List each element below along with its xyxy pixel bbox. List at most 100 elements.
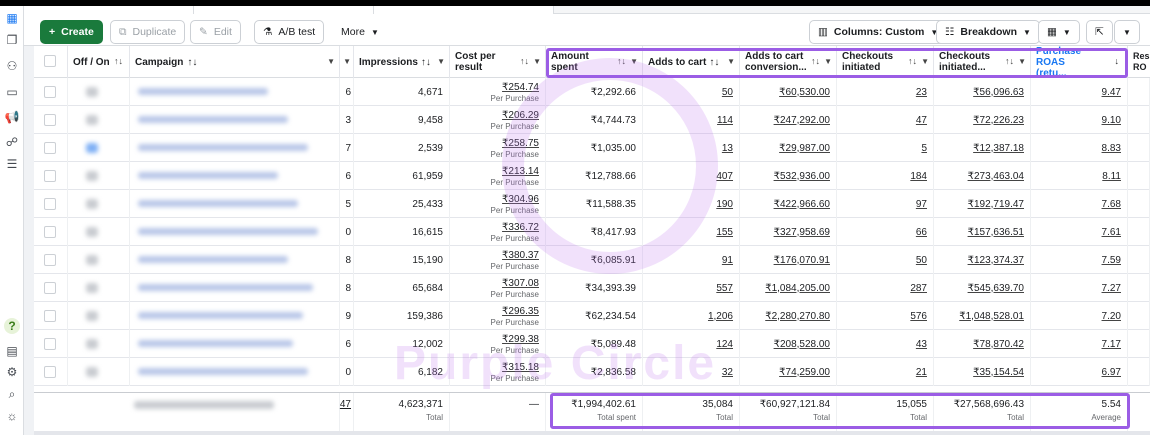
export-button[interactable]: ⇱ bbox=[1086, 20, 1113, 44]
campaign-name-cell[interactable] bbox=[130, 134, 340, 162]
cell-atc-value[interactable]: ₹247,292.00 bbox=[740, 106, 837, 134]
cell-chk[interactable]: 66 bbox=[837, 218, 934, 246]
cell-chk[interactable]: 47 bbox=[837, 106, 934, 134]
col-amount-spent[interactable]: Amount spent ↑↓ ▼ bbox=[546, 46, 643, 78]
status-toggle[interactable] bbox=[86, 87, 98, 97]
cell-cpr[interactable]: ₹299.38 Per Purchase bbox=[450, 330, 546, 358]
table-row[interactable]: 8 65,684 ₹307.08 Per Purchase ₹34,393.39 557 ₹… bbox=[34, 274, 1150, 302]
row-checkbox[interactable] bbox=[44, 310, 56, 322]
cell-roas[interactable]: 9.47 bbox=[1031, 78, 1128, 106]
cell-atc[interactable]: 407 bbox=[643, 162, 740, 190]
campaign-name-cell[interactable] bbox=[130, 330, 340, 358]
cell-chk[interactable]: 21 bbox=[837, 358, 934, 386]
cell-roas[interactable]: 7.27 bbox=[1031, 274, 1128, 302]
cell-roas[interactable]: 9.10 bbox=[1031, 106, 1128, 134]
cell-chk-value[interactable]: ₹273,463.04 bbox=[934, 162, 1031, 190]
cell-chk[interactable]: 5 bbox=[837, 134, 934, 162]
status-toggle[interactable] bbox=[86, 367, 98, 377]
cell-atc-value[interactable]: ₹29,987.00 bbox=[740, 134, 837, 162]
cell-chk-value[interactable]: ₹123,374.37 bbox=[934, 246, 1031, 274]
cell-atc[interactable]: 13 bbox=[643, 134, 740, 162]
cell-chk[interactable]: 184 bbox=[837, 162, 934, 190]
cell-chk-value[interactable]: ₹1,048,528.01 bbox=[934, 302, 1031, 330]
bug-icon[interactable]: ☼ bbox=[4, 408, 20, 424]
status-toggle[interactable] bbox=[86, 171, 98, 181]
cell-roas[interactable]: 7.68 bbox=[1031, 190, 1128, 218]
report-icon[interactable]: ▤ bbox=[4, 343, 20, 359]
col-off-on[interactable]: Off / On ↑↓ bbox=[68, 46, 130, 78]
campaign-name-cell[interactable] bbox=[130, 218, 340, 246]
row-checkbox[interactable] bbox=[44, 86, 56, 98]
billing-icon[interactable]: ▭ bbox=[4, 84, 20, 100]
status-toggle[interactable] bbox=[86, 255, 98, 265]
cell-cpr[interactable]: ₹258.75 Per Purchase bbox=[450, 134, 546, 162]
cell-atc-value[interactable]: ₹74,259.00 bbox=[740, 358, 837, 386]
table-row[interactable]: 3 9,458 ₹206.29 Per Purchase ₹4,744.73 114 ₹24… bbox=[34, 106, 1150, 134]
columns-button[interactable]: ▥ Columns: Custom ▼ bbox=[809, 20, 948, 44]
cell-roas[interactable]: 7.17 bbox=[1031, 330, 1128, 358]
campaign-name-cell[interactable] bbox=[130, 162, 340, 190]
cell-atc-value[interactable]: ₹2,280,270.80 bbox=[740, 302, 837, 330]
cell-chk[interactable]: 287 bbox=[837, 274, 934, 302]
more-button[interactable]: More ▼ bbox=[332, 20, 388, 44]
table-row[interactable]: 6 61,959 ₹213.14 Per Purchase ₹12,788.66 407 ₹… bbox=[34, 162, 1150, 190]
row-checkbox[interactable] bbox=[44, 366, 56, 378]
cell-cpr[interactable]: ₹315.18 Per Purchase bbox=[450, 358, 546, 386]
cell-atc-value[interactable]: ₹532,936.00 bbox=[740, 162, 837, 190]
reports-button[interactable]: ▦ ▼ bbox=[1038, 20, 1080, 44]
cell-cpr[interactable]: ₹213.14 Per Purchase bbox=[450, 162, 546, 190]
cell-roas[interactable]: 8.11 bbox=[1031, 162, 1128, 190]
campaign-name-cell[interactable] bbox=[130, 358, 340, 386]
cell-atc-value[interactable]: ₹60,530.00 bbox=[740, 78, 837, 106]
menu-icon[interactable]: ☰ bbox=[4, 156, 20, 172]
col-checkouts-value[interactable]: Checkouts initiated... ↑↓ ▼ bbox=[934, 46, 1031, 78]
status-toggle[interactable] bbox=[86, 199, 98, 209]
cell-roas[interactable]: 7.59 bbox=[1031, 246, 1128, 274]
cell-roas[interactable]: 8.83 bbox=[1031, 134, 1128, 162]
col-purchase-roas[interactable]: Purchase ROAS (retu... ↓ bbox=[1031, 46, 1128, 79]
edit-button[interactable]: ✎ Edit bbox=[190, 20, 241, 44]
col-impressions[interactable]: Impressions ↑↓ ▼ bbox=[354, 46, 450, 78]
table-row[interactable]: 6 12,002 ₹299.38 Per Purchase ₹5,089.48 124 ₹2… bbox=[34, 330, 1150, 358]
cell-cpr[interactable]: ₹307.08 Per Purchase bbox=[450, 274, 546, 302]
audience-icon[interactable]: ⚇ bbox=[4, 58, 20, 74]
table-row[interactable]: 0 16,615 ₹336.72 Per Purchase ₹8,417.93 155 ₹3… bbox=[34, 218, 1150, 246]
megaphone-icon[interactable]: 📢 bbox=[4, 109, 20, 125]
settings-icon[interactable]: ⚙ bbox=[4, 364, 20, 380]
table-row[interactable]: 6 4,671 ₹254.74 Per Purchase ₹2,292.66 50 ₹60,… bbox=[34, 78, 1150, 106]
cell-chk[interactable]: 43 bbox=[837, 330, 934, 358]
table-row[interactable]: 7 2,539 ₹258.75 Per Purchase ₹1,035.00 13 ₹29,… bbox=[34, 134, 1150, 162]
row-checkbox[interactable] bbox=[44, 226, 56, 238]
campaign-name-cell[interactable] bbox=[130, 106, 340, 134]
cell-atc-value[interactable]: ₹176,070.91 bbox=[740, 246, 837, 274]
col-hidden[interactable]: ▼ bbox=[340, 46, 354, 78]
cell-atc[interactable]: 124 bbox=[643, 330, 740, 358]
cell-atc[interactable]: 557 bbox=[643, 274, 740, 302]
col-adds-to-cart-value[interactable]: Adds to cart conversion... ↑↓ ▼ bbox=[740, 46, 837, 78]
cell-roas[interactable]: 7.61 bbox=[1031, 218, 1128, 246]
cell-atc-value[interactable]: ₹422,966.60 bbox=[740, 190, 837, 218]
cell-chk-value[interactable]: ₹78,870.42 bbox=[934, 330, 1031, 358]
row-checkbox[interactable] bbox=[44, 114, 56, 126]
cell-chk-value[interactable]: ₹545,639.70 bbox=[934, 274, 1031, 302]
col-results-roas[interactable]: Res RO bbox=[1128, 46, 1150, 78]
cell-atc-value[interactable]: ₹208,528.00 bbox=[740, 330, 837, 358]
cell-cpr[interactable]: ₹304.96 Per Purchase bbox=[450, 190, 546, 218]
ab-test-button[interactable]: ⚗ A/B test bbox=[254, 20, 325, 44]
row-checkbox[interactable] bbox=[44, 142, 56, 154]
search-icon[interactable]: ⌕ bbox=[4, 386, 20, 402]
row-checkbox[interactable] bbox=[44, 338, 56, 350]
col-adds-to-cart[interactable]: Adds to cart ↑↓ ▼ bbox=[643, 46, 740, 78]
help-icon[interactable]: ? bbox=[4, 318, 20, 334]
select-all-checkbox[interactable] bbox=[44, 55, 56, 67]
cell-roas[interactable]: 6.97 bbox=[1031, 358, 1128, 386]
cell-cpr[interactable]: ₹206.29 Per Purchase bbox=[450, 106, 546, 134]
table-grid-icon[interactable]: ▦ bbox=[4, 10, 20, 26]
cell-roas[interactable]: 7.20 bbox=[1031, 302, 1128, 330]
row-checkbox[interactable] bbox=[44, 254, 56, 266]
cell-atc-value[interactable]: ₹1,084,205.00 bbox=[740, 274, 837, 302]
cell-chk-value[interactable]: ₹157,636.51 bbox=[934, 218, 1031, 246]
cell-atc[interactable]: 1,206 bbox=[643, 302, 740, 330]
col-campaign[interactable]: Campaign ↑↓ ▼ bbox=[130, 46, 340, 78]
status-toggle[interactable] bbox=[86, 143, 98, 153]
